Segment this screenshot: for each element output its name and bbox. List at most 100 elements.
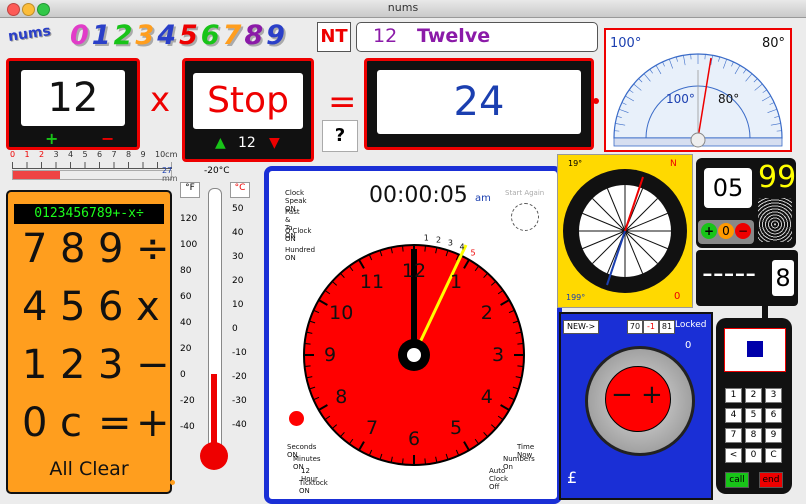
phone-key[interactable]: C <box>765 448 782 463</box>
middle-operand-panel[interactable]: Stop ▲ 12 ▼ <box>182 58 314 162</box>
lock-minus-button[interactable]: − <box>611 380 633 410</box>
number-display: 12 Twelve <box>356 22 598 52</box>
calc-key[interactable]: 7 <box>22 226 47 272</box>
end-button[interactable]: end <box>759 472 783 488</box>
ampm-label: am <box>475 193 491 204</box>
digit-button-7[interactable]: 7 <box>223 20 242 50</box>
digit-button-9[interactable]: 9 <box>266 20 285 50</box>
celsius-tick: 20 <box>232 276 243 286</box>
ruler-label: 7 <box>112 150 117 159</box>
calculator: 0123456789+-x÷ 789÷456x123−0c=+ All Clea… <box>6 190 172 494</box>
question-button[interactable]: ? <box>322 120 358 152</box>
digit-button-0[interactable]: 0 <box>70 20 89 50</box>
plus-button[interactable]: + <box>701 223 717 239</box>
celsius-tick: 40 <box>232 228 243 238</box>
phone-key[interactable]: 6 <box>765 408 782 423</box>
phone[interactable]: 123 456 789 <0C call end <box>716 318 792 494</box>
digital-time: 00:00:05 <box>369 183 468 208</box>
phone-key[interactable]: 0 <box>745 448 762 463</box>
phone-key[interactable]: 2 <box>745 388 762 403</box>
number-word: Twelve <box>417 25 490 47</box>
red-dot-button[interactable] <box>289 411 304 426</box>
step-down-icon[interactable]: ▼ <box>269 135 280 151</box>
lock-code-field[interactable]: 70 <box>627 320 643 334</box>
fahrenheit-tick: 40 <box>180 318 191 328</box>
calc-key[interactable]: 9 <box>98 226 123 272</box>
phone-key[interactable]: 7 <box>725 428 742 443</box>
phone-key[interactable]: 1 <box>725 388 742 403</box>
dashes-value: 8 <box>772 260 794 296</box>
calc-key[interactable]: 8 <box>60 226 85 272</box>
protractor-inner-left: 100° <box>666 92 695 106</box>
lock-code-field[interactable]: 81 <box>659 320 675 334</box>
celsius-toggle[interactable]: °C <box>230 182 250 198</box>
digit-button-2[interactable]: 2 <box>114 20 133 50</box>
calc-key[interactable]: 5 <box>60 284 85 330</box>
start-again-button[interactable]: Start Again <box>505 189 544 197</box>
zero-button[interactable]: 0 <box>718 223 734 239</box>
operator-sign[interactable]: x <box>150 80 170 120</box>
compass-panel[interactable]: 19° N 199° 0 <box>557 154 693 308</box>
all-clear-button[interactable]: All Clear <box>8 458 170 480</box>
increment-button[interactable]: + <box>45 129 58 148</box>
calc-key[interactable]: 6 <box>98 284 123 330</box>
phone-key[interactable]: 4 <box>725 408 742 423</box>
digit-buttons: 0123456789 <box>70 20 315 50</box>
phone-key[interactable]: 8 <box>745 428 762 443</box>
result-panel: 24 <box>364 58 594 150</box>
celsius-tick: -10 <box>232 348 247 358</box>
nt-logo-button[interactable]: NT <box>317 22 351 52</box>
fingerprint-icon[interactable] <box>758 198 792 242</box>
calc-key[interactable]: c <box>60 400 82 446</box>
minus-button[interactable]: − <box>735 223 751 239</box>
calc-key[interactable]: 3 <box>98 342 123 388</box>
lock-status: Locked <box>675 320 706 330</box>
calc-key[interactable]: 0 <box>22 400 47 446</box>
left-operand-panel[interactable]: 12 + − <box>6 58 140 150</box>
fahrenheit-tick: 20 <box>180 344 191 354</box>
dashes-text: ----- <box>702 256 756 291</box>
second-tick-label: 3 <box>448 238 453 247</box>
new-button[interactable]: NEW-> <box>563 320 599 334</box>
fahrenheit-tick: 120 <box>180 214 197 224</box>
currency-icon[interactable]: £ <box>567 468 577 487</box>
calc-key[interactable]: 2 <box>60 342 85 388</box>
result-value: 24 <box>377 70 581 134</box>
calc-key[interactable]: ÷ <box>136 226 170 272</box>
step-value: 12 <box>238 135 256 151</box>
calc-key[interactable]: + <box>136 400 170 446</box>
digit-button-1[interactable]: 1 <box>92 20 111 50</box>
fahrenheit-toggle[interactable]: °F <box>180 182 200 198</box>
phone-key[interactable]: 5 <box>745 408 762 423</box>
title-bar: nums <box>0 0 806 18</box>
thermometer[interactable]: -20°C °F °C 120100806040200-20-40 504030… <box>178 164 258 494</box>
clock-number: 7 <box>366 417 378 439</box>
lock-code-field[interactable]: -1 <box>643 320 659 334</box>
phone-key[interactable]: 3 <box>765 388 782 403</box>
calc-key[interactable]: x <box>136 284 160 330</box>
lock-plus-button[interactable]: + <box>641 380 663 410</box>
phone-key[interactable]: < <box>725 448 742 463</box>
fahrenheit-tick: 0 <box>180 370 186 380</box>
phone-key[interactable]: 9 <box>765 428 782 443</box>
fahrenheit-tick: -20 <box>180 396 195 406</box>
calc-key[interactable]: 1 <box>22 342 47 388</box>
digit-button-6[interactable]: 6 <box>201 20 220 50</box>
ruler[interactable]: 012345678910cm 27 mm <box>6 148 176 184</box>
celsius-tick: 50 <box>232 204 243 214</box>
calc-key[interactable]: − <box>136 342 170 388</box>
step-up-icon[interactable]: ▲ <box>215 135 226 151</box>
lock-panel[interactable]: NEW-> 70-181 Locked 0 − + £ <box>559 312 713 500</box>
decrement-button[interactable]: − <box>101 129 114 148</box>
digit-button-8[interactable]: 8 <box>244 20 263 50</box>
ruler-label: 5 <box>83 150 88 159</box>
calc-key[interactable]: 4 <box>22 284 47 330</box>
digit-button-5[interactable]: 5 <box>179 20 198 50</box>
ruler-label: 2 <box>39 150 44 159</box>
calc-key[interactable]: = <box>98 400 132 446</box>
digit-button-4[interactable]: 4 <box>157 20 176 50</box>
protractor-panel[interactable]: 100° 80° 100° 80° <box>604 28 792 152</box>
call-button[interactable]: call <box>725 472 749 488</box>
digit-button-3[interactable]: 3 <box>135 20 154 50</box>
ruler-label: 0 <box>10 150 15 159</box>
